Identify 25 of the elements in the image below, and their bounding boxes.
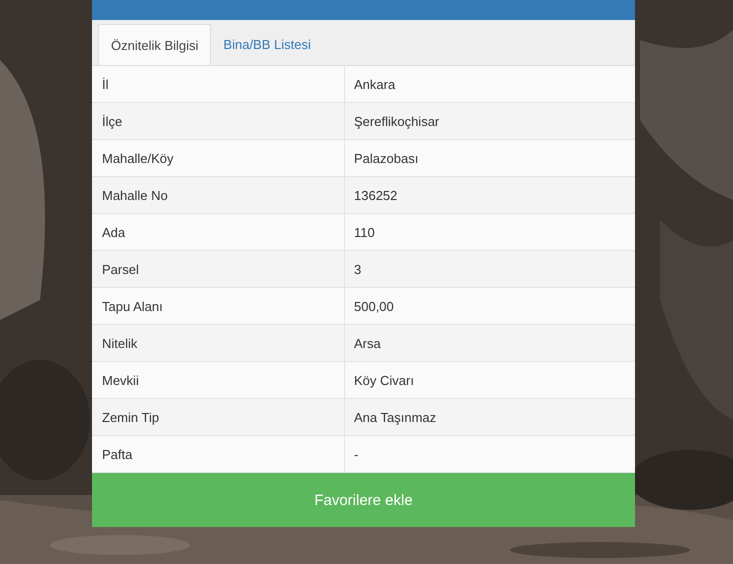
add-favorites-button[interactable]: Favorilere ekle bbox=[92, 473, 635, 527]
table-cell: Köy Civarı bbox=[344, 362, 635, 398]
table-cell-text: İlçe bbox=[101, 112, 124, 131]
table-cell-text: Pafta bbox=[101, 446, 134, 464]
table-cell-text: Tapu Alanı bbox=[101, 298, 164, 316]
table-cell: Arsa bbox=[344, 325, 635, 361]
table-cell: Ana Taşınmaz bbox=[344, 399, 635, 435]
table-cell-text: Parsel bbox=[101, 260, 140, 278]
table-cell-text: Mahalle/Köy bbox=[101, 150, 175, 168]
table-cell-text: Mahalle No bbox=[101, 186, 169, 204]
table-cell-text: İl bbox=[101, 76, 110, 94]
table-cell: - bbox=[344, 436, 635, 472]
table-cell-text: Zemin Tip bbox=[101, 408, 160, 427]
table-cell: 3 bbox=[344, 251, 635, 287]
tab[interactable]: Bina/BB Listesi bbox=[211, 24, 323, 65]
table-cell: Palazobası bbox=[344, 140, 635, 176]
table-cell-text: Ada bbox=[101, 224, 126, 242]
table-cell: Şereflikoçhisar bbox=[344, 103, 635, 139]
table-cell: 136252 bbox=[344, 177, 635, 213]
table-cell-text: Nitelik bbox=[101, 334, 138, 352]
table-cell-text: Mevkii bbox=[101, 372, 140, 390]
tab[interactable]: Öznitelik Bilgisi bbox=[98, 24, 212, 65]
table-cell: 500,00 bbox=[344, 288, 635, 324]
table-cell: Ankara bbox=[344, 66, 635, 102]
table-cell: 110 bbox=[344, 214, 635, 250]
